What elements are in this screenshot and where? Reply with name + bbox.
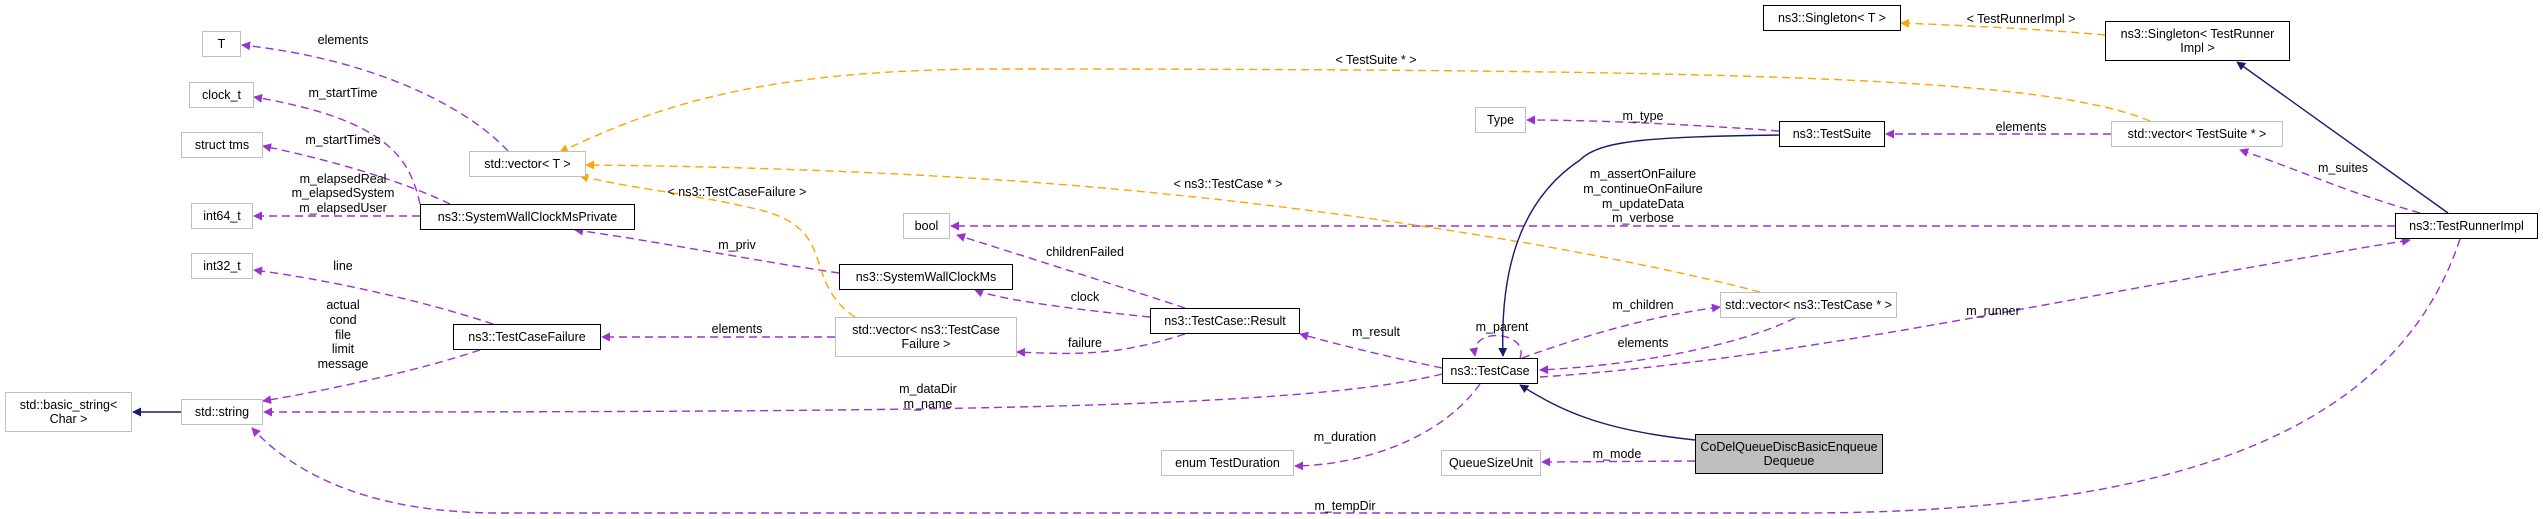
label-clock: clock	[1071, 290, 1100, 304]
label-m-children: m_children	[1612, 298, 1673, 312]
node-test-runner-impl[interactable]: ns3::TestRunnerImpl	[2395, 213, 2538, 239]
label-tpl-testcasefailure: < ns3::TestCaseFailure >	[668, 185, 807, 199]
label-m-verbose: m_verbose	[1612, 211, 1674, 225]
node-codel-queue-disc-basic-enqueue-dequeue[interactable]: CoDelQueueDiscBasicEnqueue Dequeue	[1695, 434, 1883, 474]
edge-m-suites	[2239, 148, 2421, 214]
label-m-assertOnFailure: m_assertOnFailure	[1590, 167, 1696, 181]
node-T[interactable]: T	[202, 31, 241, 57]
label-m-elapsedReal: m_elapsedReal	[300, 172, 387, 186]
label-tpl-testsuite: < TestSuite * >	[1335, 53, 1416, 67]
label-elements-T: elements	[318, 33, 369, 47]
edge-m-tempDir	[251, 238, 2461, 514]
label-m-tempDir: m_tempDir	[1314, 499, 1375, 513]
label-elements-tc: elements	[1618, 336, 1669, 350]
label-m-startTimes: m_startTimes	[305, 133, 380, 147]
node-int32-t[interactable]: int32_t	[191, 253, 253, 279]
edge-m-priv	[574, 226, 840, 274]
node-system-wall-clock-ms[interactable]: ns3::SystemWallClockMs	[839, 264, 1013, 290]
node-system-wall-clock-ms-private[interactable]: ns3::SystemWallClockMsPrivate	[420, 204, 635, 230]
node-vector-test-suite-ptr[interactable]: std::vector< TestSuite * >	[2111, 121, 2283, 147]
node-vector-test-case-failure[interactable]: std::vector< ns3::TestCase Failure >	[835, 317, 1017, 357]
node-enum-test-duration[interactable]: enum TestDuration	[1161, 450, 1294, 476]
node-singleton-test-runner-impl[interactable]: ns3::Singleton< TestRunner Impl >	[2105, 21, 2290, 61]
node-singleton-T[interactable]: ns3::Singleton< T >	[1763, 5, 1901, 31]
edge-line	[253, 266, 494, 325]
label-m-duration: m_duration	[1314, 430, 1377, 444]
label-tpl-testrunnerimpl: < TestRunnerImpl >	[1967, 12, 2076, 26]
node-test-case[interactable]: ns3::TestCase	[1442, 358, 1538, 384]
label-elements-tcf: elements	[712, 322, 763, 336]
label-m-result: m_result	[1352, 325, 1400, 339]
label-m-suites: m_suites	[2318, 161, 2368, 175]
label-m-elapsedSystem: m_elapsedSystem	[292, 186, 395, 200]
label-m-name: m_name	[904, 397, 953, 411]
label-cond: cond	[329, 313, 356, 327]
label-m-dataDir: m_dataDir	[899, 382, 957, 396]
label-m-parent: m_parent	[1476, 320, 1529, 334]
edge-clock	[974, 288, 1151, 318]
label-m-priv: m_priv	[718, 238, 756, 252]
node-test-suite[interactable]: ns3::TestSuite	[1779, 121, 1885, 147]
label-m-mode: m_mode	[1593, 447, 1642, 461]
label-m-type: m_type	[1623, 109, 1664, 123]
label-failure: failure	[1068, 336, 1102, 350]
edge-failure-fields	[262, 349, 481, 405]
label-file: file	[335, 328, 351, 342]
node-std-string[interactable]: std::string	[181, 399, 263, 425]
node-basic-string[interactable]: std::basic_string< Char >	[5, 392, 132, 432]
node-test-case-failure[interactable]: ns3::TestCaseFailure	[453, 324, 601, 350]
edge-inherit-codel	[1519, 384, 1696, 441]
label-limit: limit	[332, 342, 355, 356]
label-message: message	[318, 357, 369, 371]
node-vector-T[interactable]: std::vector< T >	[469, 151, 586, 177]
edge-m-mode	[1541, 457, 1696, 467]
edge-labels: elements m_startTime m_startTimes m_elap…	[292, 12, 2368, 513]
label-tpl-testcase: < ns3::TestCase * >	[1173, 177, 1282, 191]
label-line: line	[333, 259, 353, 273]
label-m-updateData: m_updateData	[1602, 197, 1684, 211]
label-actual: actual	[326, 298, 359, 312]
label-m-startTime: m_startTime	[309, 86, 378, 100]
node-int64-t[interactable]: int64_t	[191, 203, 253, 229]
edge-tpl-testsuite	[559, 68, 2151, 153]
label-m-runner: m_runner	[1966, 304, 2020, 318]
edge-m-dataDir-name	[263, 373, 1443, 417]
node-queue-size-unit[interactable]: QueueSizeUnit	[1441, 450, 1541, 476]
node-type[interactable]: Type	[1475, 107, 1526, 133]
label-m-continueOnFailure: m_continueOnFailure	[1583, 182, 1703, 196]
node-vector-test-case-ptr[interactable]: std::vector< ns3::TestCase * >	[1720, 292, 1897, 318]
node-struct-tms[interactable]: struct tms	[181, 132, 263, 158]
edge-m-parent	[1469, 334, 1522, 359]
label-m-elapsedUser: m_elapsedUser	[299, 201, 387, 215]
node-clock-t[interactable]: clock_t	[189, 82, 254, 108]
collaboration-diagram: elements m_startTime m_startTimes m_elap…	[132, 12, 2461, 514]
edge-m-result	[1299, 331, 1443, 369]
label-childrenFailed: childrenFailed	[1046, 245, 1124, 259]
label-elements-ts: elements	[1996, 120, 2047, 134]
node-test-case-result[interactable]: ns3::TestCase::Result	[1150, 308, 1300, 334]
node-bool[interactable]: bool	[903, 213, 950, 239]
